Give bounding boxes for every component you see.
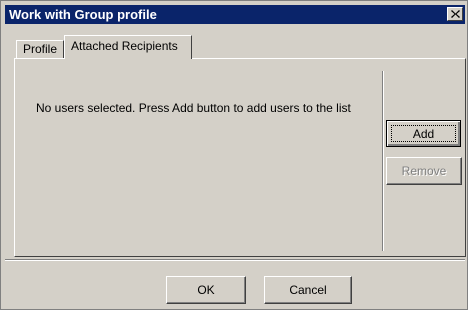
tab-profile-label: Profile (23, 42, 58, 56)
cancel-button[interactable]: Cancel (264, 276, 352, 304)
cancel-button-label: Cancel (289, 283, 327, 297)
tab-profile[interactable]: Profile (16, 40, 64, 58)
empty-list-message: No users selected. Press Add button to a… (36, 101, 351, 115)
add-button[interactable]: Add (386, 120, 461, 147)
focus-rectangle (391, 125, 456, 142)
close-icon (450, 10, 460, 18)
title-bar[interactable]: Work with Group profile (5, 5, 465, 24)
tab-attached-recipients[interactable]: Attached Recipients (64, 35, 192, 59)
close-button[interactable] (447, 7, 463, 21)
recipients-list[interactable] (15, 71, 383, 251)
remove-button-label: Remove (401, 164, 447, 178)
ok-button[interactable]: OK (166, 276, 246, 304)
dialog-window: Work with Group profile Profile Attached… (0, 0, 468, 310)
remove-button: Remove (386, 157, 462, 185)
tab-attached-recipients-label: Attached Recipients (71, 39, 178, 53)
footer-divider (5, 259, 465, 261)
ok-button-label: OK (197, 283, 215, 297)
vertical-divider (382, 71, 384, 251)
window-title: Work with Group profile (9, 7, 157, 22)
